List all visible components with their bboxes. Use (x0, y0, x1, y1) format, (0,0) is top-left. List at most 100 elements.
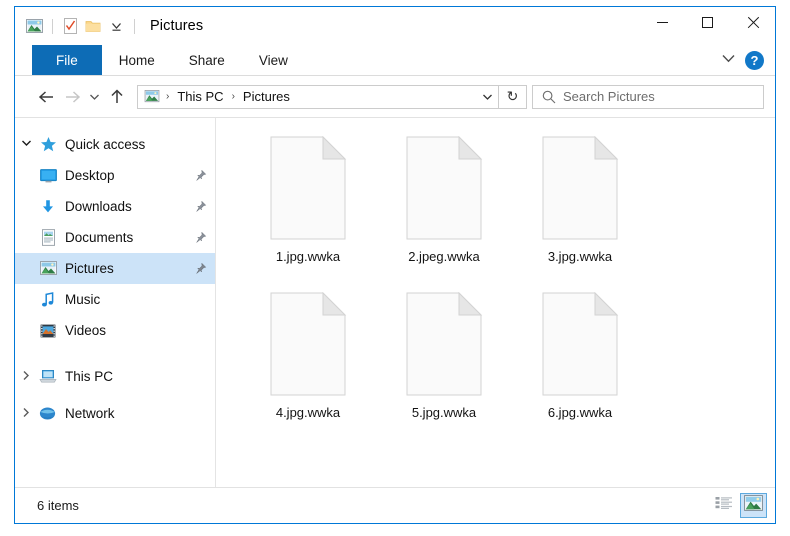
file-name: 6.jpg.wwka (547, 405, 613, 420)
pin-icon[interactable] (193, 231, 207, 245)
search-input[interactable]: Search Pictures (563, 89, 655, 104)
properties-icon[interactable] (59, 14, 81, 38)
file-name: 2.jpeg.wwka (408, 249, 480, 264)
sidebar-label: Network (65, 406, 115, 421)
file-list-view[interactable]: 1.jpg.wwka 2.jpeg.wwka 3.jpg.wwka 4.jpg.… (216, 118, 775, 487)
recent-locations-button[interactable] (85, 84, 104, 110)
minimize-icon (657, 21, 668, 23)
search-icon (542, 90, 556, 104)
file-item[interactable]: 6.jpg.wwka (512, 291, 648, 444)
sidebar-label: Desktop (65, 168, 115, 183)
pictures-icon (37, 259, 59, 279)
sidebar-label: Quick access (65, 137, 146, 152)
tab-share[interactable]: Share (172, 45, 242, 75)
star-icon (37, 135, 59, 155)
sidebar-label: This PC (65, 369, 114, 384)
navigation-pane: Quick access Desktop Downloads Documents… (15, 118, 216, 487)
qat-separator-2 (134, 18, 135, 34)
chevron-right-icon[interactable] (15, 370, 37, 384)
refresh-button[interactable]: ↻ (499, 84, 527, 109)
window-controls (640, 7, 775, 45)
help-button[interactable]: ? (745, 50, 764, 70)
breadcrumb-this-pc[interactable]: This PC (175, 89, 225, 104)
sidebar-item-this-pc[interactable]: This PC (15, 361, 215, 392)
sidebar-label: Music (65, 292, 101, 307)
blank-document-icon (405, 291, 483, 396)
breadcrumb-pictures-icon (144, 90, 160, 103)
address-toolbar: › This PC › Pictures ↻ Search Pictures (15, 76, 775, 117)
videos-icon (37, 321, 59, 341)
item-count-label: 6 items (37, 498, 79, 513)
sidebar-label: Pictures (65, 261, 114, 276)
search-box[interactable]: Search Pictures (532, 84, 764, 109)
blank-document-icon (269, 291, 347, 396)
sidebar-item-downloads[interactable]: Downloads (15, 191, 215, 222)
sidebar-item-documents[interactable]: Documents (15, 222, 215, 253)
window-title: Pictures (150, 18, 204, 34)
sidebar-item-desktop[interactable]: Desktop (15, 160, 215, 191)
tab-file[interactable]: File (32, 45, 102, 75)
address-dropdown-button[interactable] (476, 86, 498, 108)
details-view-button[interactable] (710, 493, 737, 518)
large-icons-picture-icon (744, 495, 763, 516)
customize-qat-icon[interactable] (105, 14, 127, 38)
sidebar-label: Videos (65, 323, 107, 338)
explorer-body: PC risk.com Quick access (15, 117, 775, 487)
title-bar: Pictures (15, 7, 775, 45)
ribbon-tab-strip: File Home Share View ? (15, 45, 775, 76)
sidebar-item-music[interactable]: Music (15, 284, 215, 315)
breadcrumb-separator-1[interactable]: › (160, 91, 175, 102)
desktop-icon (37, 166, 59, 186)
pin-icon[interactable] (193, 262, 207, 276)
large-icons-view-button[interactable] (740, 493, 767, 518)
expand-ribbon-button[interactable] (721, 51, 736, 69)
pictures-folder-icon (23, 14, 45, 38)
status-bar: 6 items (15, 487, 775, 523)
qat-separator (52, 18, 53, 34)
back-button[interactable] (33, 84, 59, 110)
chevron-right-icon[interactable] (15, 407, 37, 421)
breadcrumb-pictures[interactable]: Pictures (241, 89, 292, 104)
tab-view[interactable]: View (242, 45, 305, 75)
view-toggle-group (710, 493, 767, 518)
tab-home[interactable]: Home (102, 45, 172, 75)
file-item[interactable]: 1.jpg.wwka (240, 135, 376, 288)
this-pc-icon (37, 367, 59, 387)
up-button[interactable] (104, 84, 130, 110)
maximize-icon (702, 16, 713, 28)
file-item[interactable]: 2.jpeg.wwka (376, 135, 512, 288)
forward-button[interactable] (59, 84, 85, 110)
documents-icon (37, 228, 59, 248)
sidebar-item-pictures[interactable]: Pictures (15, 253, 215, 284)
music-icon (37, 290, 59, 310)
ribbon-right-controls: ? (721, 45, 775, 75)
pin-icon[interactable] (193, 200, 207, 214)
blank-document-icon (269, 135, 347, 240)
file-name: 5.jpg.wwka (411, 405, 477, 420)
sidebar-item-network[interactable]: Network (15, 398, 215, 429)
blank-document-icon (405, 135, 483, 240)
sidebar-label: Downloads (65, 199, 132, 214)
network-icon (37, 404, 59, 424)
breadcrumb-separator-2[interactable]: › (226, 91, 241, 102)
file-item[interactable]: 5.jpg.wwka (376, 291, 512, 444)
file-explorer-window: Pictures File Home Share View ? › This P… (14, 6, 776, 524)
close-button[interactable] (730, 7, 775, 37)
file-item[interactable]: 3.jpg.wwka (512, 135, 648, 288)
maximize-button[interactable] (685, 7, 730, 37)
new-folder-icon[interactable] (82, 14, 104, 38)
file-item[interactable]: 4.jpg.wwka (240, 291, 376, 444)
minimize-button[interactable] (640, 7, 685, 37)
file-name: 3.jpg.wwka (547, 249, 613, 264)
sidebar-item-videos[interactable]: Videos (15, 315, 215, 346)
file-name: 1.jpg.wwka (275, 249, 341, 264)
blank-document-icon (541, 291, 619, 396)
quick-access-toolbar (15, 7, 141, 45)
chevron-down-icon[interactable] (15, 139, 37, 150)
file-name: 4.jpg.wwka (275, 405, 341, 420)
pin-icon[interactable] (193, 169, 207, 183)
downloads-icon (37, 197, 59, 217)
sidebar-item-quick-access[interactable]: Quick access (15, 129, 215, 160)
breadcrumb-bar[interactable]: › This PC › Pictures (137, 84, 499, 109)
close-icon (746, 16, 759, 29)
